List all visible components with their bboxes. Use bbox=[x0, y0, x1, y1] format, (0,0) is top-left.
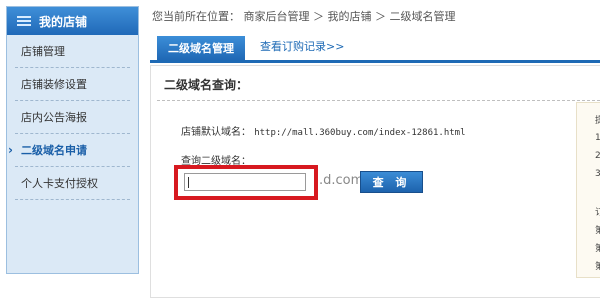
sidebar-item-store-management[interactable]: 店铺管理 bbox=[15, 35, 130, 68]
info-line: 2 bbox=[595, 151, 600, 161]
sidebar-item-card-payment-auth[interactable]: 个人卡支付授权 bbox=[15, 167, 130, 200]
chevron-right-icon: › bbox=[8, 143, 13, 157]
text-cursor bbox=[188, 177, 189, 188]
info-box: 提 1 2 3 订 第 第 第 bbox=[576, 102, 600, 278]
info-line: 3 bbox=[595, 169, 600, 179]
menu-icon bbox=[17, 16, 31, 26]
default-domain-url: http://mall.360buy.com/index-12861.html bbox=[254, 128, 466, 138]
info-line: 1 bbox=[595, 133, 600, 143]
subdomain-query-panel: 二级域名查询： 店铺默认域名： http://mall.360buy.com/i… bbox=[150, 65, 600, 298]
sidebar-item-label: 二级域名申请 bbox=[21, 144, 87, 157]
info-line: 第 bbox=[595, 226, 600, 236]
breadcrumb: 您当前所在位置： 商家后台管理 ＞ 我的店铺 ＞ 二级域名管理 bbox=[152, 10, 456, 23]
query-button[interactable]: 查 询 bbox=[360, 171, 423, 193]
tab-bar: 二级域名管理 查看订购记录>> bbox=[150, 33, 600, 63]
sidebar-item-store-notice[interactable]: 店内公告海报 bbox=[15, 101, 130, 134]
sidebar-header: 我的店铺 bbox=[7, 7, 138, 35]
sidebar: 我的店铺 店铺管理 店铺装修设置 店内公告海报 › 二级域名申请 个人卡支付授权 bbox=[6, 6, 139, 274]
info-line: 第 bbox=[595, 244, 600, 254]
default-domain-label: 店铺默认域名： bbox=[181, 127, 251, 138]
view-order-records-link[interactable]: 查看订购记录>> bbox=[260, 38, 344, 54]
sidebar-item-label: 店内公告海报 bbox=[21, 111, 87, 124]
info-line: 第 bbox=[595, 262, 600, 272]
sidebar-item-store-decoration[interactable]: 店铺装修设置 bbox=[15, 68, 130, 101]
sidebar-item-label: 个人卡支付授权 bbox=[21, 177, 98, 190]
sidebar-item-label: 店铺装修设置 bbox=[21, 78, 87, 91]
panel-title: 二级域名查询： bbox=[164, 78, 249, 92]
tab-subdomain-management[interactable]: 二级域名管理 bbox=[157, 36, 245, 60]
default-domain-row: 店铺默认域名： http://mall.360buy.com/index-128… bbox=[181, 123, 466, 138]
domain-suffix: .d.com bbox=[319, 173, 364, 188]
divider bbox=[157, 100, 600, 101]
subdomain-input[interactable] bbox=[184, 173, 306, 191]
info-line: 提 bbox=[595, 116, 600, 126]
sidebar-title: 我的店铺 bbox=[39, 14, 88, 29]
sidebar-item-subdomain-apply[interactable]: › 二级域名申请 bbox=[8, 134, 130, 167]
sidebar-item-label: 店铺管理 bbox=[21, 45, 65, 58]
info-line: 订 bbox=[595, 208, 600, 218]
